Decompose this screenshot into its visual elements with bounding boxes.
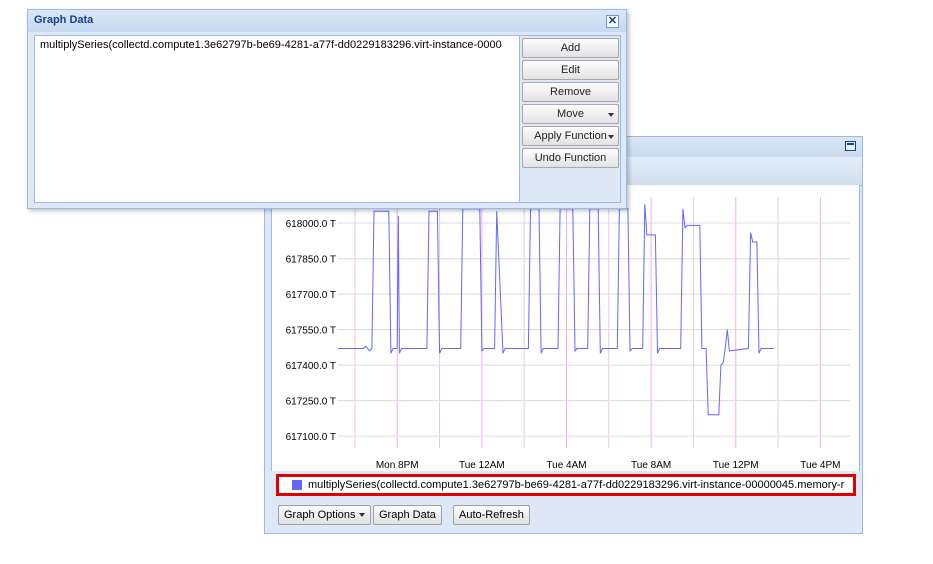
graph-data-label: Graph Data	[379, 509, 436, 521]
window-title: Graph Data	[34, 14, 94, 26]
x-tick-label: Tue 8AM	[631, 460, 671, 471]
dropdown-caret-icon	[608, 135, 614, 139]
auto-refresh-label: Auto-Refresh	[459, 509, 524, 521]
legend-label: multiplySeries(collectd.compute1.3e62797…	[308, 479, 845, 491]
button-panel: Add Edit Remove Move Apply Function Undo…	[520, 35, 621, 203]
x-tick-label: Tue 4PM	[800, 460, 840, 471]
graph-options-label: Graph Options	[284, 509, 356, 521]
dropdown-caret-icon	[358, 513, 365, 518]
graph-data-window: Graph Data ✕ multiplySeries(collectd.com…	[27, 9, 627, 209]
y-tick-label: 617100.0 T	[286, 432, 336, 443]
series-line	[338, 204, 774, 416]
apply-function-button[interactable]: Apply Function	[522, 126, 619, 146]
remove-button[interactable]: Remove	[522, 82, 619, 102]
legend-swatch	[292, 480, 302, 490]
auto-refresh-button[interactable]: Auto-Refresh	[453, 505, 530, 525]
y-tick-label: 618000.0 T	[286, 219, 336, 230]
x-tick-label: Tue 12AM	[459, 460, 505, 471]
target-list-item[interactable]: multiplySeries(collectd.compute1.3e62797…	[40, 39, 502, 51]
y-tick-label: 617700.0 T	[286, 290, 336, 301]
apply-function-label: Apply Function	[534, 130, 607, 142]
add-label: Add	[560, 42, 581, 54]
y-tick-label: 617550.0 T	[286, 326, 336, 337]
graph-data-button[interactable]: Graph Data	[373, 505, 442, 525]
target-list[interactable]: multiplySeries(collectd.compute1.3e62797…	[34, 35, 520, 203]
graph-options-button[interactable]: Graph Options	[278, 505, 371, 525]
add-button[interactable]: Add	[522, 38, 619, 58]
move-button[interactable]: Move	[522, 104, 619, 124]
dropdown-caret-icon	[608, 113, 614, 117]
undo-function-label: Undo Function	[534, 152, 607, 164]
x-tick-label: Tue 4AM	[546, 460, 586, 471]
y-tick-label: 617250.0 T	[286, 397, 336, 408]
line-chart: 618000.0 T 617850.0 T 617700.0 T 617550.0 T…	[286, 197, 850, 471]
edit-label: Edit	[561, 64, 580, 76]
y-tick-label: 617400.0 T	[286, 361, 336, 372]
legend: multiplySeries(collectd.compute1.3e62797…	[276, 474, 856, 496]
y-tick-label: 617850.0 T	[286, 255, 336, 266]
edit-button[interactable]: Edit	[522, 60, 619, 80]
x-tick-label: Tue 12PM	[713, 460, 759, 471]
restore-icon[interactable]	[845, 141, 856, 151]
remove-label: Remove	[550, 86, 591, 98]
move-label: Move	[557, 108, 584, 120]
graph-canvas[interactable]: 618000.0 T 617850.0 T 617700.0 T 617550.0 T…	[271, 185, 860, 471]
undo-function-button[interactable]: Undo Function	[522, 148, 619, 168]
graph-data-titlebar[interactable]: Graph Data ✕	[28, 10, 626, 32]
close-icon[interactable]: ✕	[606, 15, 619, 28]
x-tick-label: Mon 8PM	[376, 460, 419, 471]
